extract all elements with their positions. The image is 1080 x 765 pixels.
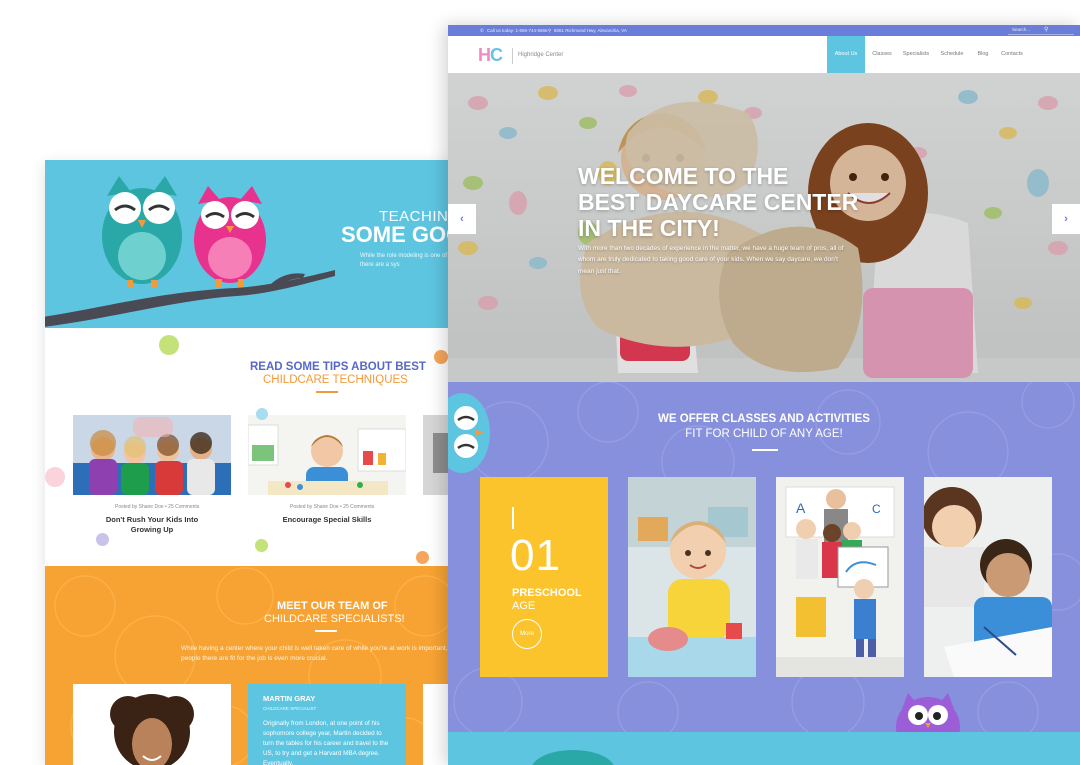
search-field[interactable]: Search... ⚲ bbox=[1008, 26, 1074, 35]
classes-heading-light: FIT FOR CHILD OF ANY AGE! bbox=[685, 428, 843, 440]
decorative-dot bbox=[45, 467, 65, 487]
front-page-preview: ✆ Call us today: 1-555-744-5566 ⚲ 8061 R… bbox=[448, 25, 1080, 765]
top-info-bar: ✆ Call us today: 1-555-744-5566 ⚲ 8061 R… bbox=[448, 25, 1080, 36]
class-photo-toddler[interactable] bbox=[628, 477, 756, 677]
site-logo[interactable]: HC bbox=[478, 45, 503, 66]
team-underline bbox=[315, 630, 337, 632]
back-hero-banner: TEACHING SOME GOO While the role modelin… bbox=[45, 160, 465, 328]
decorative-dot bbox=[96, 533, 109, 546]
team-heading-light: CHILDCARE SPECIALISTS! bbox=[264, 613, 405, 625]
class-photo-writing[interactable] bbox=[924, 477, 1052, 677]
slider-next-button[interactable]: › bbox=[1052, 204, 1080, 234]
more-button[interactable]: More bbox=[512, 619, 542, 649]
post-title-link[interactable]: Encourage Special Skills bbox=[278, 515, 376, 525]
specialist-name: MARTIN GRAY bbox=[263, 694, 316, 703]
decorative-dot bbox=[416, 551, 429, 564]
kids-group-photo bbox=[73, 415, 231, 495]
svg-text:C: C bbox=[872, 502, 881, 516]
search-input[interactable]: Search... bbox=[1012, 27, 1030, 32]
logo-site-name: Highridge Center bbox=[518, 52, 564, 58]
hero-paragraph: With more than two decades of experience… bbox=[578, 245, 844, 275]
nav-contacts[interactable]: Contacts bbox=[998, 36, 1026, 73]
post-meta: Posted by Shane Doe • 25 Comments bbox=[115, 504, 200, 510]
specialist-bio: Originally from London, at one point of … bbox=[263, 720, 389, 765]
toddler-playing-photo bbox=[628, 477, 756, 677]
back-hero-line2: SOME GOO bbox=[341, 222, 464, 247]
decorative-dot bbox=[434, 350, 448, 364]
hero-heading-line2: BEST DAYCARE CENTER bbox=[578, 189, 859, 215]
post-title-link[interactable]: Don't Rush Your Kids Into Growing Up bbox=[93, 515, 211, 535]
specialist-role: CHILDCARE SPECIALIST bbox=[263, 706, 317, 711]
blog-post-image[interactable] bbox=[73, 415, 231, 495]
team-section: MEET OUR TEAM OF CHILDCARE SPECIALISTS! … bbox=[45, 566, 465, 765]
blog-post-2: Posted by Shane Doe • 25 Comments Encour… bbox=[248, 502, 406, 532]
next-section-teal bbox=[448, 732, 1080, 765]
pink-owl-illustration bbox=[194, 186, 266, 287]
blog-post-1: Posted by Shane Doe • 25 Comments Don't … bbox=[73, 502, 231, 535]
location-pin-icon: ⚲ bbox=[548, 28, 552, 33]
search-icon[interactable]: ⚲ bbox=[1044, 26, 1048, 33]
nav-blog[interactable]: Blog bbox=[972, 36, 994, 73]
phone-icon: ✆ bbox=[480, 28, 484, 33]
main-navbar: HC Highridge Center About Us Classes Spe… bbox=[448, 36, 1080, 73]
class-sublabel: AGE bbox=[512, 600, 536, 612]
nav-about-us[interactable]: About Us bbox=[827, 36, 865, 73]
feature-accent-bar bbox=[512, 507, 514, 529]
specialist-bio-card: MARTIN GRAY CHILDCARE SPECIALIST Origina… bbox=[248, 684, 406, 765]
hero-slider: WELCOME TO THE BEST DAYCARE CENTER IN TH… bbox=[448, 73, 1080, 382]
nav-schedule[interactable]: Schedule bbox=[938, 36, 966, 73]
teal-owl-illustration bbox=[102, 176, 182, 288]
tips-heading-light: CHILDCARE TECHNIQUES bbox=[263, 374, 408, 386]
logo-letter-c: C bbox=[490, 45, 503, 65]
logo-letter-h: H bbox=[478, 45, 491, 65]
tips-heading-bold: READ SOME TIPS ABOUT BEST bbox=[250, 361, 426, 373]
address-text: 8061 Richmond Hwy, Alexandria, VA bbox=[554, 28, 627, 33]
classes-heading-bold: WE OFFER CLASSES AND ACTIVITIES bbox=[658, 413, 870, 425]
decorative-dot bbox=[256, 408, 268, 420]
logo-divider bbox=[512, 48, 513, 64]
kids-with-teacher-photo: A C bbox=[776, 477, 904, 677]
hero-heading: WELCOME TO THE BEST DAYCARE CENTER IN TH… bbox=[578, 163, 858, 241]
phone-text: Call us today: 1-555-744-5566 bbox=[487, 28, 548, 33]
owl-mascot-icon bbox=[896, 693, 960, 732]
class-feature-card: 01 PRESCHOOL AGE More bbox=[480, 477, 608, 677]
tips-underline bbox=[316, 391, 338, 393]
team-heading-bold: MEET OUR TEAM OF bbox=[277, 600, 388, 612]
chevron-left-icon: ‹ bbox=[460, 213, 464, 225]
boy-painting-photo bbox=[248, 415, 406, 495]
nav-specialists[interactable]: Specialists bbox=[900, 36, 932, 73]
classes-section: WE OFFER CLASSES AND ACTIVITIES FIT FOR … bbox=[448, 382, 1080, 732]
class-number: 01 bbox=[510, 531, 561, 580]
slider-prev-button[interactable]: ‹ bbox=[448, 204, 476, 234]
class-label: PRESCHOOL bbox=[512, 587, 582, 599]
svg-text:A: A bbox=[796, 500, 806, 516]
boy-writing-photo bbox=[924, 477, 1052, 677]
decorative-dot bbox=[255, 539, 268, 552]
woman-portrait bbox=[110, 694, 194, 765]
chevron-right-icon: › bbox=[1064, 213, 1068, 225]
class-photo-group[interactable]: A C bbox=[776, 477, 904, 677]
team-paragraph: While having a center where your child i… bbox=[181, 645, 465, 663]
decorative-dot bbox=[159, 335, 179, 355]
post-meta: Posted by Shane Doe • 25 Comments bbox=[290, 504, 375, 510]
hero-heading-line3: IN THE CITY! bbox=[578, 215, 720, 241]
hero-heading-line1: WELCOME TO THE bbox=[578, 163, 789, 189]
classes-underline bbox=[752, 449, 778, 451]
back-page-preview: TEACHING SOME GOO While the role modelin… bbox=[45, 160, 465, 765]
specialist-photo bbox=[73, 684, 231, 765]
nav-classes[interactable]: Classes bbox=[868, 36, 896, 73]
blog-post-image[interactable] bbox=[248, 415, 406, 495]
owl-mascot-icon bbox=[532, 750, 614, 765]
